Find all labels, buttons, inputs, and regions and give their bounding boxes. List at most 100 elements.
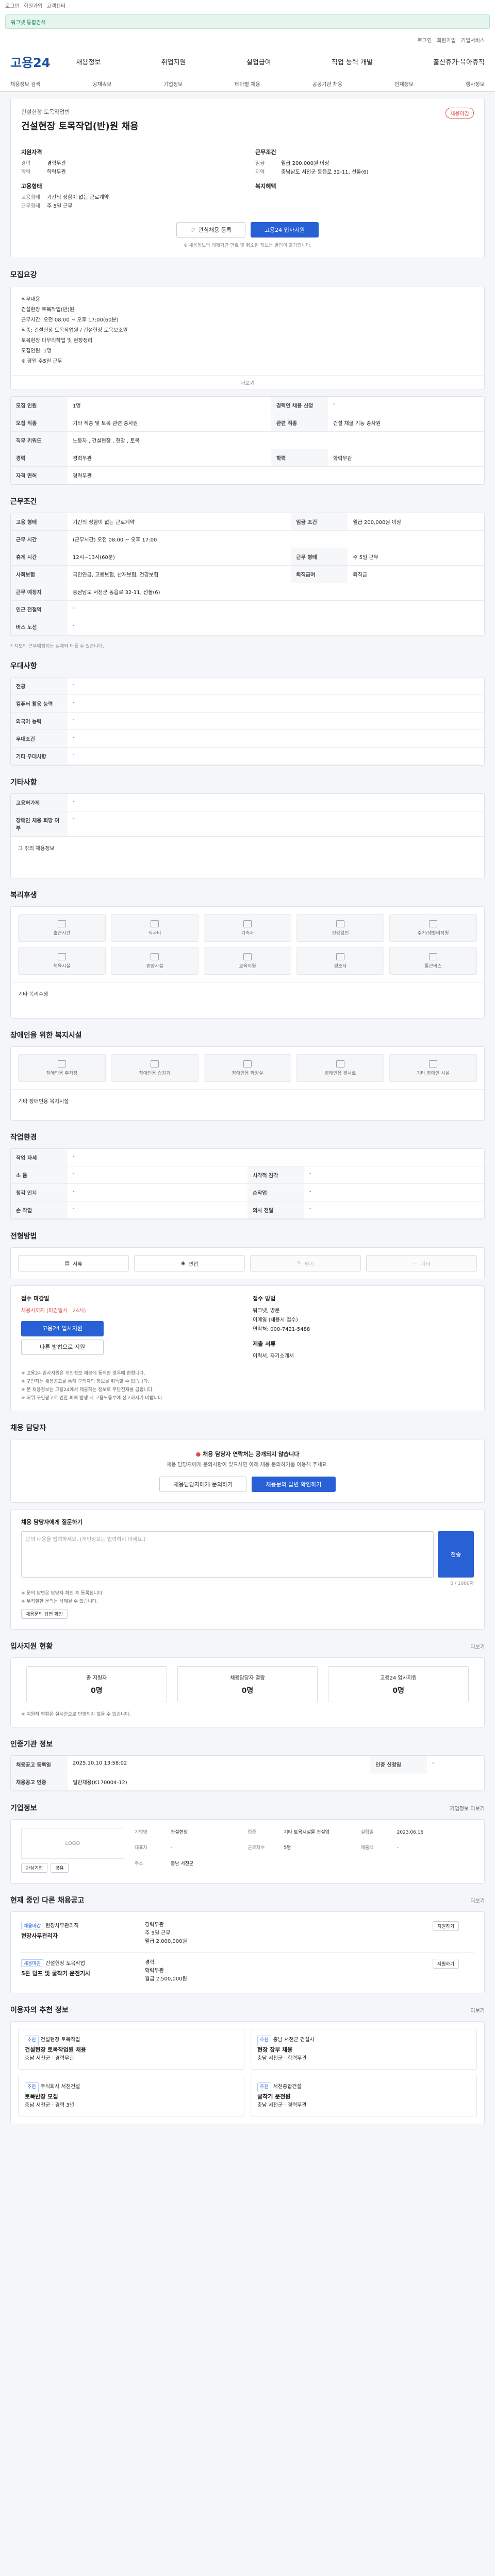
gnb-item[interactable]: 취업지원 [161, 57, 186, 66]
welfare-label: 주거/생활비지원 [417, 930, 449, 936]
section-title: 복리후생 [10, 891, 37, 900]
recommend-card[interactable]: 추천 충남 서천군 건설사 현장 잡부 채용 충남 서천군 · 학력무관 [251, 2029, 477, 2070]
company-name: 건설현장 토목작업반 [21, 109, 70, 115]
job-title[interactable]: 현장사무관리자 [21, 1931, 145, 1940]
stats-note: ※ 지원자 현황은 실시간으로 반영되지 않을 수 있습니다. [21, 1712, 131, 1717]
comp-key: 기업명 [135, 1830, 147, 1835]
td: 국민연금, 고용보험, 산재보험, 건강보험 [68, 565, 291, 583]
apply-bullet: ※ 구인자는 채용공고를 통해 구직자의 정보를 취득할 수 없습니다. [21, 1379, 150, 1384]
th: 관련 직종 [271, 414, 328, 432]
sub-tab[interactable]: 채용정보 검색 [10, 80, 40, 88]
disabled-label: 기타 장애인 시설 [417, 1071, 450, 1076]
sub-tab[interactable]: 테마별 채용 [235, 80, 260, 88]
disabled-item: 장애인용 주차장 [18, 1054, 106, 1082]
sub-tab[interactable]: 행사정보 [466, 80, 485, 88]
top-link[interactable]: 로그인 [5, 2, 20, 9]
company-scrap-button[interactable]: 관심기업 [21, 1863, 48, 1873]
apply-now-button[interactable]: 고용24 입사지원 [21, 1321, 104, 1336]
site-logo[interactable]: 고용24 [10, 53, 51, 71]
stat-value: 0명 [392, 1686, 404, 1695]
rec-cond: 충남 서천군 · 경력무관 [25, 2056, 74, 2061]
job-apply-button[interactable]: 지원하기 [433, 1921, 459, 1931]
contact-ask-button[interactable]: 채용담당자에게 문의하기 [159, 1477, 247, 1492]
job-cond: 월급 2,000,000원 [145, 1939, 187, 1944]
docs-value: 이력서, 자기소개서 [253, 1353, 294, 1359]
comp-key: 매출액 [360, 1845, 374, 1851]
welfare-box: 출근시간 식사비 기숙사 건강검진 주거/생활비지원 체육시설 휴양시설 교육지… [10, 906, 485, 1019]
job-company: 건설현장 토목작업 [45, 1961, 85, 1967]
util-link[interactable]: 회원가입 [437, 36, 456, 44]
top-link[interactable]: 고객센터 [46, 2, 65, 9]
search-pill[interactable]: 워크넷 통합검색 [5, 14, 490, 29]
inquiry-send-button[interactable]: 전송 [438, 1531, 474, 1578]
welfare-icon [151, 920, 159, 927]
document-icon: ▤ [64, 1260, 70, 1266]
th: 근무 형태 [291, 548, 348, 566]
section-title: 인증기관 정보 [10, 1740, 53, 1749]
recommend-card[interactable]: 추천 건설현장 토목작업 건설현장 토목작업원 채용 충남 서천군 · 경력무관 [18, 2029, 244, 2070]
section-title: 작업환경 [10, 1133, 37, 1142]
kv-value: 경력무관 [47, 161, 66, 166]
apply-button[interactable]: 고용24 입사지원 [250, 222, 319, 238]
job-cond: 월급 2,500,000원 [145, 1976, 187, 1982]
section-title: 근무조건 [10, 498, 37, 506]
th: 채용공고 등록일 [11, 1756, 68, 1773]
list-item[interactable]: 채용마감 현장사무관리직 현장사무관리자 경력무관 주 5일 근무 월급 2,000,0… [21, 1915, 474, 1953]
welfare-label: 통근버스 [424, 963, 442, 969]
recommend-card[interactable]: 추천 서천종합건설 굴착기 운전원 충남 서천군 · 경력무관 [251, 2076, 477, 2116]
job-title[interactable]: 5톤 덤프 및 굴착기 운전기사 [21, 1969, 145, 1977]
other-extra: 그 밖의 채용정보 [18, 846, 55, 852]
sub-tab[interactable]: 기업정보 [163, 80, 183, 88]
inquiry-title: 채용 담당자에게 질문하기 [21, 1519, 82, 1526]
th: 학력 [271, 449, 328, 467]
td: - [68, 1183, 248, 1201]
th: 경력인 채용 신청 [271, 397, 328, 414]
job-cond: 학력무관 [145, 1968, 164, 1974]
inquiry-input[interactable]: 문의 내용을 입력하세요. (개인정보는 입력하지 마세요.) [21, 1531, 434, 1578]
td: - [68, 677, 484, 695]
inquiry-box: 채용 담당자에게 질문하기 문의 내용을 입력하세요. (개인정보는 입력하지 … [10, 1509, 485, 1630]
util-link[interactable]: 로그인 [418, 36, 432, 44]
gnb-item[interactable]: 출산휴가·육아휴직 [433, 57, 485, 66]
recommend-more-link[interactable]: 더보기 [470, 2006, 485, 2014]
welfare-icon [429, 953, 437, 960]
company-more-link[interactable]: 기업정보 더보기 [450, 1804, 485, 1812]
gnb-item[interactable]: 직업 능력 개발 [332, 57, 373, 66]
welfare-icon [58, 920, 66, 927]
apply-other-button[interactable]: 다른 방법으로 지원 [21, 1340, 104, 1355]
top-link[interactable]: 회원가입 [24, 2, 43, 9]
recommend-card[interactable]: 추천 주식회사 서천건설 토목반장 모집 충남 서천군 · 경력 3년 [18, 2076, 244, 2116]
gnb-item[interactable]: 채용정보 [76, 57, 101, 66]
job-header: 건설현장 토목작업반 건설현장 토목작업(반)원 채용 채용마감 지원자격 경력… [10, 98, 485, 258]
contact-answer-button[interactable]: 채용문의 답변 확인하기 [252, 1477, 336, 1492]
welfare-icon [151, 953, 159, 960]
comp-value: - [397, 1845, 399, 1851]
more-button[interactable]: 더보기 [11, 375, 484, 389]
stats-more-link[interactable]: 더보기 [470, 1642, 485, 1650]
scrap-button[interactable]: ♡ 관심채용 등록 [176, 222, 245, 238]
prefer-table: 전공 - 컴퓨터 활용 능력 - 외국어 능력 - 우대조건 - 기타 우대사항 - [10, 677, 485, 766]
gnb-item[interactable]: 실업급여 [246, 57, 271, 66]
kv-value: 월급 200,000원 이상 [281, 161, 329, 166]
top-bar: 로그인 회원가입 고객센터 [0, 0, 495, 11]
sub-tab[interactable]: 공채속보 [93, 80, 112, 88]
list-item[interactable]: 채용마감 건설현장 토목작업 5톤 덤프 및 굴착기 운전기사 경력 학력무관 월급 2… [21, 1953, 474, 1990]
inquiry-check-button[interactable]: 채용문의 답변 확인 [21, 1609, 68, 1619]
work-note: * 지도의 근무예정지는 실제와 다를 수 있습니다. [10, 644, 104, 649]
apply-box: 접수 마감일 채용시까지 (마감일시 : 24시) 고용24 입사지원 다른 방… [10, 1285, 485, 1411]
other-jobs-more-link[interactable]: 더보기 [470, 1896, 485, 1904]
stat-value: 0명 [91, 1686, 103, 1695]
company-share-button[interactable]: 공유 [51, 1863, 69, 1873]
util-link[interactable]: 기업서비스 [461, 36, 485, 44]
heart-icon: ♡ [190, 226, 195, 233]
sub-tab[interactable]: 공공기관 채용 [312, 80, 342, 88]
td: - [304, 1201, 484, 1219]
deadline-date: 채용시까지 (마감일시 : 24시) [21, 1308, 86, 1314]
welfare-item: 건강검진 [296, 914, 384, 942]
job-apply-button[interactable]: 지원하기 [433, 1959, 459, 1969]
sub-tab[interactable]: 인재정보 [394, 80, 414, 88]
apply-line: 연락처: 000-7421-5488 [253, 1327, 310, 1332]
recruit-table: 모집 인원 1명 경력인 채용 신청 - 모집 직종 기타 직종 및 토목 관련 종사원… [10, 396, 485, 485]
th: 우대조건 [11, 730, 68, 748]
th: 소 음 [11, 1166, 68, 1184]
